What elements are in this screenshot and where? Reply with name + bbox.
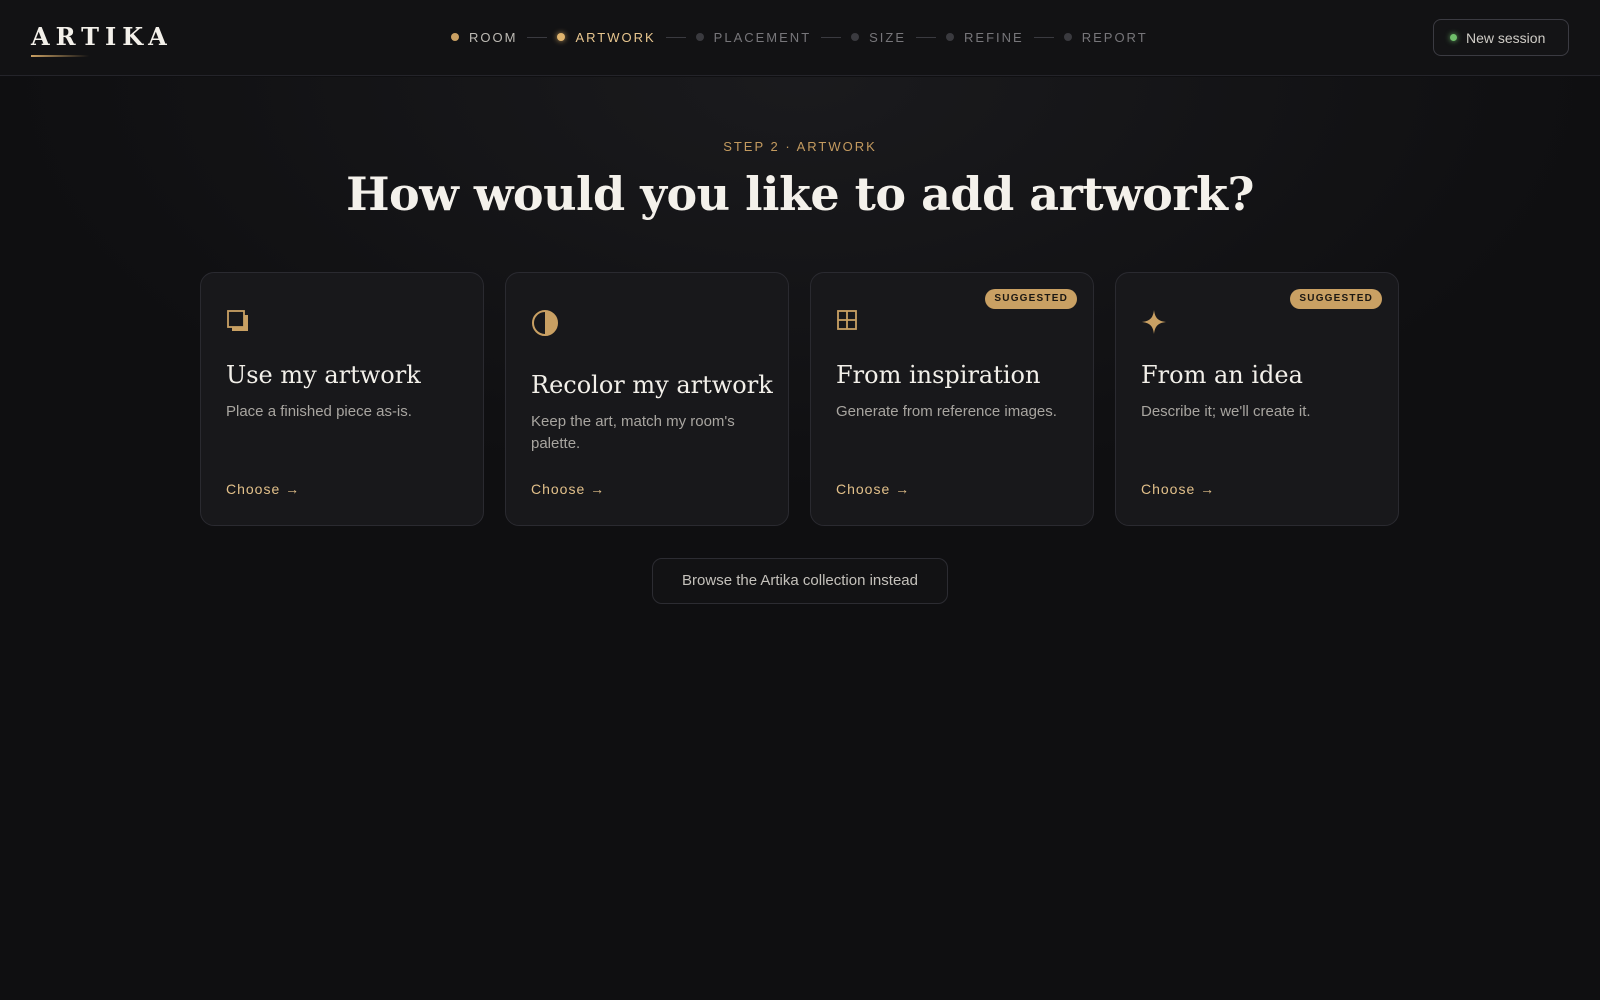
step-label: SIZE — [869, 29, 907, 45]
choose-link[interactable]: Choose → — [531, 481, 605, 497]
option-card-use-my-artwork[interactable]: Use my artwork Place a finished piece as… — [200, 272, 484, 526]
step-progress: ROOM ARTWORK PLACEMENT SIZE REFINE REPOR… — [451, 27, 1148, 47]
grid-icon — [836, 309, 858, 336]
step-eyebrow: STEP 2 · ARTWORK — [723, 139, 877, 154]
step-dot — [1063, 33, 1072, 41]
step-label: REPORT — [1081, 29, 1148, 45]
option-card-recolor-my-artwork[interactable]: Recolor my artwork Keep the art, match m… — [505, 272, 789, 526]
card-title: From an idea — [1141, 361, 1303, 389]
card-title: Recolor my artwork — [531, 371, 773, 399]
step-dot — [695, 33, 704, 41]
step-separator — [821, 36, 842, 38]
top-bar: ARTIKA ROOM ARTWORK PLACEMENT SIZE REFIN… — [0, 0, 1600, 76]
suggested-badge: SUGGESTED — [1290, 289, 1382, 309]
option-card-from-an-idea[interactable]: SUGGESTED From an idea Describe it; we'l… — [1115, 272, 1399, 526]
logo-underline — [31, 55, 89, 57]
browse-collection-button[interactable]: Browse the Artika collection instead — [652, 558, 948, 604]
card-title: From inspiration — [836, 361, 1041, 389]
page-title: How would you like to add artwork? — [346, 167, 1254, 221]
step-separator — [665, 36, 686, 38]
step-dot — [946, 33, 955, 41]
step-room[interactable]: ROOM — [451, 30, 517, 45]
choose-link[interactable]: Choose → — [836, 481, 910, 497]
new-session-button[interactable]: New session — [1433, 19, 1569, 56]
step-separator — [916, 36, 937, 38]
card-description: Keep the art, match my room's palette. — [531, 413, 735, 452]
step-placement: PLACEMENT — [695, 29, 812, 45]
card-description: Place a finished piece as-is. — [226, 403, 412, 420]
choose-link[interactable]: Choose → — [1141, 481, 1215, 497]
choose-link[interactable]: Choose → — [226, 481, 300, 497]
step-size: SIZE — [851, 30, 906, 45]
stacked-squares-icon — [226, 309, 250, 338]
step-label: ARTWORK — [575, 29, 656, 45]
step-report: REPORT — [1063, 29, 1148, 45]
card-title: Use my artwork — [226, 361, 421, 389]
option-card-from-inspiration[interactable]: SUGGESTED From inspiration Generate from… — [810, 272, 1094, 526]
step-dot — [451, 33, 459, 41]
step-refine: REFINE — [946, 30, 1024, 45]
suggested-badge: SUGGESTED — [985, 289, 1077, 309]
step-dot — [851, 33, 860, 41]
card-description: Generate from reference images. — [836, 403, 1057, 420]
step-dot — [557, 33, 566, 41]
new-session-label: New session — [1466, 29, 1546, 46]
sparkle-icon — [1141, 309, 1167, 340]
step-label: ROOM — [469, 29, 518, 45]
step-artwork[interactable]: ARTWORK — [557, 30, 655, 45]
half-circle-icon — [531, 309, 559, 342]
step-label: REFINE — [964, 29, 1024, 45]
step-separator — [1033, 36, 1054, 38]
card-description: Describe it; we'll create it. — [1141, 403, 1311, 420]
status-dot-icon — [1450, 34, 1457, 41]
step-label: PLACEMENT — [713, 29, 812, 45]
step-separator — [527, 36, 548, 38]
logo[interactable]: ARTIKA — [31, 22, 173, 51]
